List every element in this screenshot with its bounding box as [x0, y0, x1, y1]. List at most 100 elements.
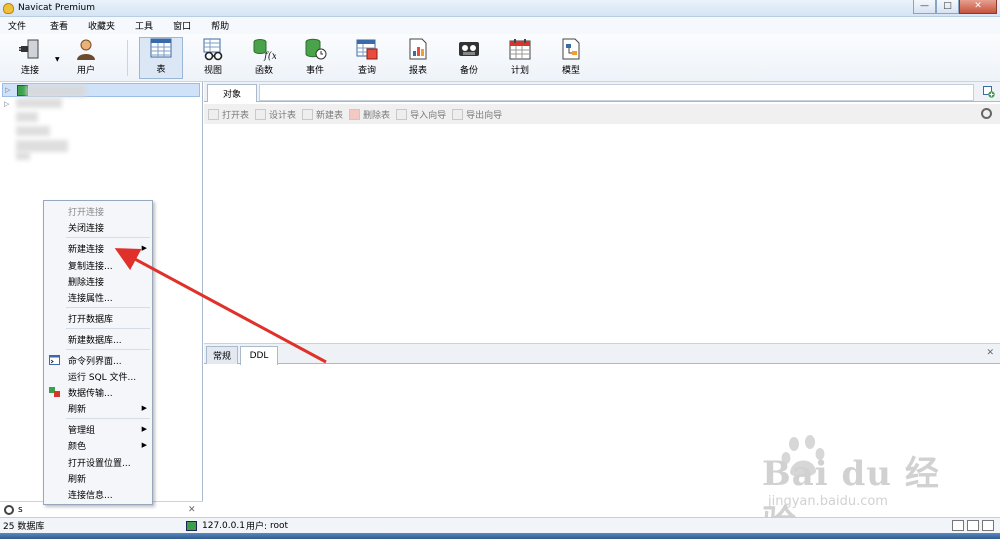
toolbar-connect-button[interactable]: 连接 — [8, 37, 52, 79]
toolbar-backup-button[interactable]: 备份 — [447, 37, 491, 79]
toolbar-connect-label: 连接 — [20, 66, 39, 76]
console-icon — [49, 355, 60, 365]
maximize-button[interactable]: □ — [936, 0, 959, 14]
table-icon — [149, 36, 173, 60]
menu-item-color[interactable]: 颜色 ▶ — [44, 437, 152, 453]
submenu-arrow-icon: ▶ — [141, 404, 147, 412]
toolbar-event-label: 事件 — [305, 66, 324, 76]
menu-item-refresh[interactable]: 刷新 — [44, 470, 152, 486]
redacted-connection-name — [16, 140, 68, 152]
menu-item-connection-properties[interactable]: 连接属性... — [44, 289, 152, 305]
menu-item-open-database[interactable]: 打开数据库 — [44, 310, 152, 326]
delete-table-button[interactable]: 删除表 — [349, 108, 390, 121]
menu-item-console[interactable]: 命令列界面... — [44, 352, 152, 368]
menu-item-close-connection[interactable]: 关闭连接 — [44, 219, 152, 235]
baidu-watermark: Bai du 经验 jingyan.baidu.com — [740, 432, 960, 543]
toolbar-query-button[interactable]: 查询 — [345, 37, 389, 79]
submenu-arrow-icon: ▶ — [141, 441, 147, 449]
menu-item-refresh-submenu[interactable]: 刷新 ▶ — [44, 400, 152, 416]
redacted-connection-icon — [16, 112, 38, 122]
toolbar-user-button[interactable]: 用户 — [64, 37, 108, 79]
objects-tab-strip — [259, 84, 974, 101]
design-table-icon — [255, 108, 267, 120]
menu-item-run-sql-file[interactable]: 运行 SQL 文件... — [44, 368, 152, 384]
redacted-connection-name — [16, 98, 62, 108]
menu-separator — [66, 307, 150, 308]
menu-item-delete-connection[interactable]: 删除连接 — [44, 273, 152, 289]
new-table-button[interactable]: 新建表 — [302, 108, 343, 121]
menu-item-open-connection[interactable]: 打开连接 — [44, 203, 152, 219]
menu-item-new-connection[interactable]: 新建连接 ▶ — [44, 240, 152, 256]
menu-separator — [66, 237, 150, 238]
delete-table-icon — [349, 108, 361, 120]
minimize-button[interactable]: — — [913, 0, 936, 14]
host-address: 127.0.0.1 — [202, 520, 245, 531]
menu-item-manage-group[interactable]: 管理组 ▶ — [44, 421, 152, 437]
toolbar-table-button[interactable]: 表 — [139, 37, 183, 79]
object-toolbar: 打开表 设计表 新建表 删除表 导入向导 导出向导 — [204, 104, 1000, 124]
menu-window[interactable]: 窗口 — [165, 19, 199, 32]
objects-tab-bar: 对象 — [204, 82, 1000, 102]
query-icon — [355, 37, 379, 61]
menu-item-data-transfer[interactable]: 数据传输... — [44, 384, 152, 400]
menu-view[interactable]: 查看 — [42, 19, 76, 32]
design-table-button[interactable]: 设计表 — [255, 108, 296, 121]
menu-item-new-database[interactable]: 新建数据库... — [44, 331, 152, 347]
toolbar-function-button[interactable]: f(x) 函数 — [242, 37, 286, 79]
tab-general[interactable]: 常规 — [206, 346, 238, 364]
objects-list-area[interactable] — [204, 124, 1000, 344]
user-icon — [74, 37, 98, 61]
open-table-button[interactable]: 打开表 — [208, 108, 249, 121]
tab-ddl[interactable]: DDL — [240, 346, 278, 365]
toolbar-event-button[interactable]: 事件 — [293, 37, 337, 79]
menu-separator — [66, 328, 150, 329]
toolbar-schedule-button[interactable]: 计划 — [498, 37, 542, 79]
info-tab-bar: 常规 DDL ✕ — [204, 344, 1000, 365]
menu-item-open-settings-location[interactable]: 打开设置位置... — [44, 454, 152, 470]
nav-search-input[interactable] — [18, 504, 178, 515]
search-icon[interactable] — [981, 108, 992, 119]
menu-item-duplicate-connection[interactable]: 复制连接... — [44, 257, 152, 273]
toolbar-query-label: 查询 — [357, 66, 376, 76]
new-tab-icon[interactable] — [983, 86, 995, 98]
database-count: 25 数据库 — [3, 522, 45, 532]
detail-view-icon[interactable] — [967, 520, 979, 531]
menu-item-connection-info[interactable]: 连接信息... — [44, 486, 152, 502]
main-toolbar: 连接 ▼ 用户 表 视图 f(x) 函数 事件 查询 — [0, 34, 1000, 82]
os-taskbar — [0, 533, 1000, 539]
close-panel-icon[interactable]: ✕ — [986, 348, 994, 358]
menu-file[interactable]: 文件 — [0, 19, 34, 32]
close-button[interactable]: ✕ — [959, 0, 997, 14]
clear-search-icon[interactable]: ✕ — [188, 505, 196, 515]
toolbar-report-button[interactable]: 报表 — [396, 37, 440, 79]
backup-icon — [457, 37, 481, 61]
search-icon — [4, 504, 14, 515]
menu-separator — [66, 349, 150, 350]
window-title: Navicat Premium — [18, 3, 95, 13]
expand-arrow-icon[interactable]: ▷ — [4, 100, 12, 108]
redacted-connection-name — [16, 126, 50, 136]
menu-help[interactable]: 帮助 — [203, 19, 237, 32]
schedule-icon — [508, 37, 532, 61]
toolbar-separator — [127, 40, 128, 76]
import-wizard-button[interactable]: 导入向导 — [396, 108, 446, 121]
toolbar-model-button[interactable]: 模型 — [549, 37, 593, 79]
connect-dropdown-arrow[interactable]: ▼ — [55, 56, 60, 63]
transfer-icon — [49, 387, 60, 397]
toolbar-backup-label: 备份 — [459, 66, 478, 76]
svg-text:f(x): f(x) — [263, 51, 276, 61]
menu-favorites[interactable]: 收藏夹 — [80, 19, 123, 32]
menu-tools[interactable]: 工具 — [127, 19, 161, 32]
model-icon — [559, 37, 583, 61]
redacted-connection-icon — [16, 152, 30, 160]
import-wizard-icon — [396, 108, 408, 120]
tab-objects[interactable]: 对象 — [207, 84, 257, 102]
toolbar-view-button[interactable]: 视图 — [191, 37, 235, 79]
list-view-icon[interactable] — [952, 520, 964, 531]
toolbar-model-label: 模型 — [561, 66, 580, 76]
toolbar-report-label: 报表 — [408, 66, 427, 76]
view-icon — [201, 37, 225, 61]
export-wizard-button[interactable]: 导出向导 — [452, 108, 502, 121]
expand-arrow-icon[interactable]: ▷ — [5, 86, 13, 94]
er-view-icon[interactable] — [982, 520, 994, 531]
